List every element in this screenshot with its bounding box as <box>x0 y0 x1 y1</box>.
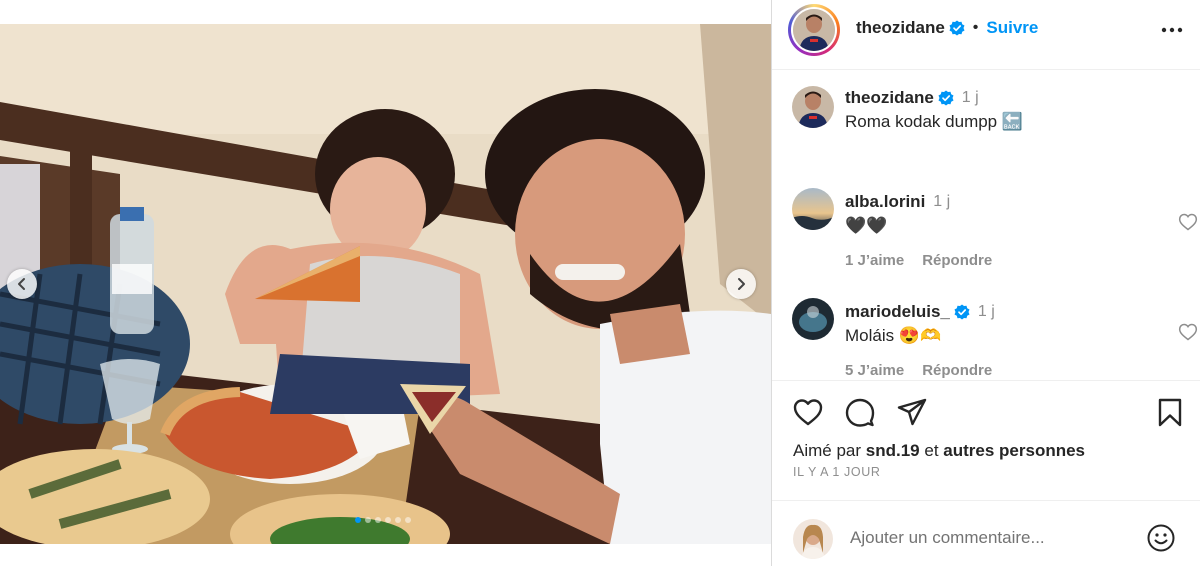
caption-author-avatar[interactable] <box>792 86 834 128</box>
post-side-panel: theozidane • Suivre theozidane 1 j Roma … <box>772 0 1200 566</box>
caption-text: Roma kodak dumpp 🔙 <box>845 112 1024 131</box>
comment-input[interactable] <box>850 523 1140 553</box>
actions-divider <box>772 380 1200 381</box>
post-actions <box>792 396 1184 428</box>
likes-others[interactable]: autres personnes <box>943 441 1085 460</box>
emoji-icon[interactable] <box>1146 523 1176 553</box>
comment-likes[interactable]: 5 J’aime <box>845 362 904 379</box>
follow-button[interactable]: Suivre <box>986 18 1038 38</box>
post-image <box>0 24 771 544</box>
comment-username[interactable]: mariodeluis_ <box>845 302 950 322</box>
more-horizontal-icon[interactable] <box>1160 20 1184 40</box>
carousel-prev-button[interactable] <box>7 269 37 299</box>
comment-time[interactable]: 1 j <box>978 303 995 321</box>
comment-username[interactable]: alba.lorini <box>845 192 925 212</box>
caption-username[interactable]: theozidane <box>845 88 934 108</box>
carousel-dot <box>405 517 411 523</box>
comment-likes[interactable]: 1 J’aime <box>845 252 904 269</box>
story-ring[interactable] <box>788 4 840 56</box>
reply-button[interactable]: Répondre <box>922 252 992 269</box>
post-photo[interactable] <box>0 24 771 544</box>
carousel-dot <box>375 517 381 523</box>
author-username[interactable]: theozidane <box>856 18 945 38</box>
comment-box-divider <box>772 500 1200 501</box>
verified-badge-icon <box>938 90 954 106</box>
likes-summary[interactable]: Aimé par snd.19 et autres personnes <box>793 441 1085 461</box>
add-comment-bar <box>772 505 1200 566</box>
carousel-dot <box>395 517 401 523</box>
carousel-dot <box>355 517 361 523</box>
heart-icon[interactable] <box>1178 322 1198 342</box>
likes-prefix: Aimé par <box>793 441 862 460</box>
post-header: theozidane • Suivre <box>772 0 1200 70</box>
comment-text: Moláis 😍🫶 <box>845 326 942 345</box>
comment-text: 🖤🖤 <box>845 216 888 235</box>
verified-badge-icon <box>949 20 965 36</box>
likes-user[interactable]: snd.19 <box>866 441 920 460</box>
commenter-avatar[interactable] <box>792 298 834 340</box>
caption-time[interactable]: 1 j <box>962 89 979 107</box>
like-heart-icon[interactable] <box>792 396 824 428</box>
save-bookmark-icon[interactable] <box>1154 396 1186 428</box>
comment-icon[interactable] <box>844 396 876 428</box>
comment-time[interactable]: 1 j <box>933 193 950 211</box>
chevron-left-icon <box>18 278 25 290</box>
reply-button[interactable]: Répondre <box>922 362 992 379</box>
carousel-dot <box>365 517 371 523</box>
post-timestamp[interactable]: IL Y A 1 JOUR <box>793 465 880 479</box>
chevron-right-icon <box>738 278 745 290</box>
heart-icon[interactable] <box>1178 212 1198 232</box>
carousel-indicator <box>355 517 411 523</box>
carousel-next-button[interactable] <box>726 269 756 299</box>
header-separator: • <box>972 19 979 36</box>
verified-badge-icon <box>954 304 970 320</box>
author-avatar[interactable] <box>793 9 835 51</box>
share-icon[interactable] <box>896 396 928 428</box>
likes-middle: et <box>924 441 939 460</box>
commenter-avatar[interactable] <box>792 188 834 230</box>
carousel-dot <box>385 517 391 523</box>
viewer-avatar[interactable] <box>793 519 833 559</box>
